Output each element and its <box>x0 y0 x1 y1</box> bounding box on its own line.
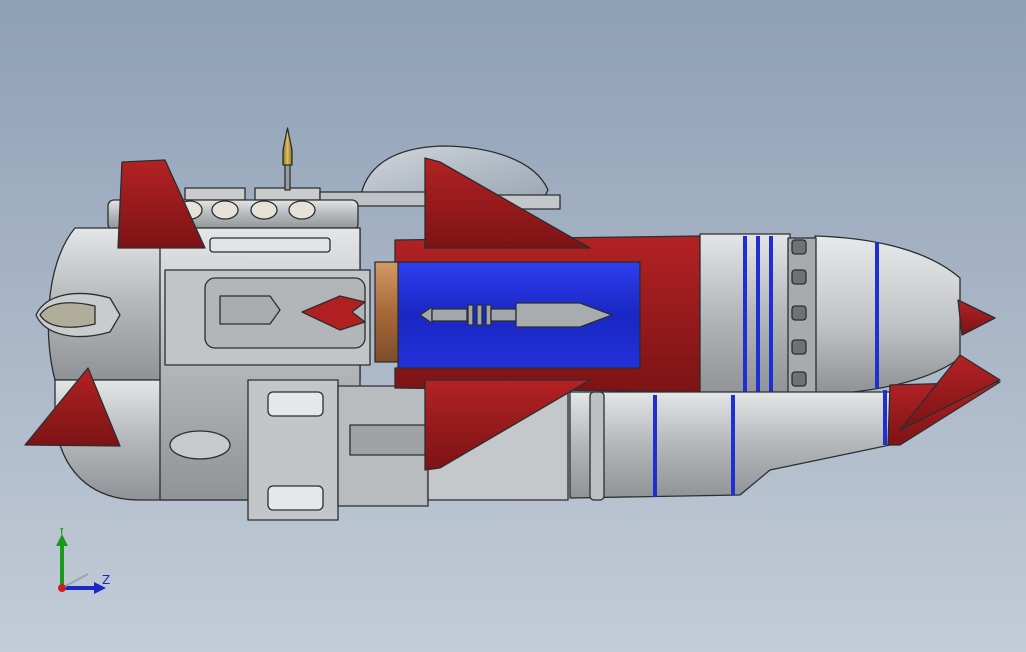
top-rail <box>184 187 246 201</box>
spaceship-model[interactable] <box>0 0 1026 652</box>
z-axis-label: Z <box>102 573 110 587</box>
y-axis-label: Y <box>57 528 66 537</box>
origin-dot <box>58 584 66 592</box>
coordinate-triad: Y Z <box>40 523 130 608</box>
antenna-tip <box>282 127 293 166</box>
porthole-2 <box>250 200 278 220</box>
tail-fin-top <box>957 299 996 336</box>
engine-nacelle-lower <box>569 391 891 499</box>
porthole-1 <box>211 200 239 220</box>
lower-pod-nose <box>169 430 231 460</box>
engine-nozzle <box>814 235 961 396</box>
cad-viewport[interactable]: Y Z <box>0 0 1026 652</box>
porthole-3 <box>288 200 316 220</box>
